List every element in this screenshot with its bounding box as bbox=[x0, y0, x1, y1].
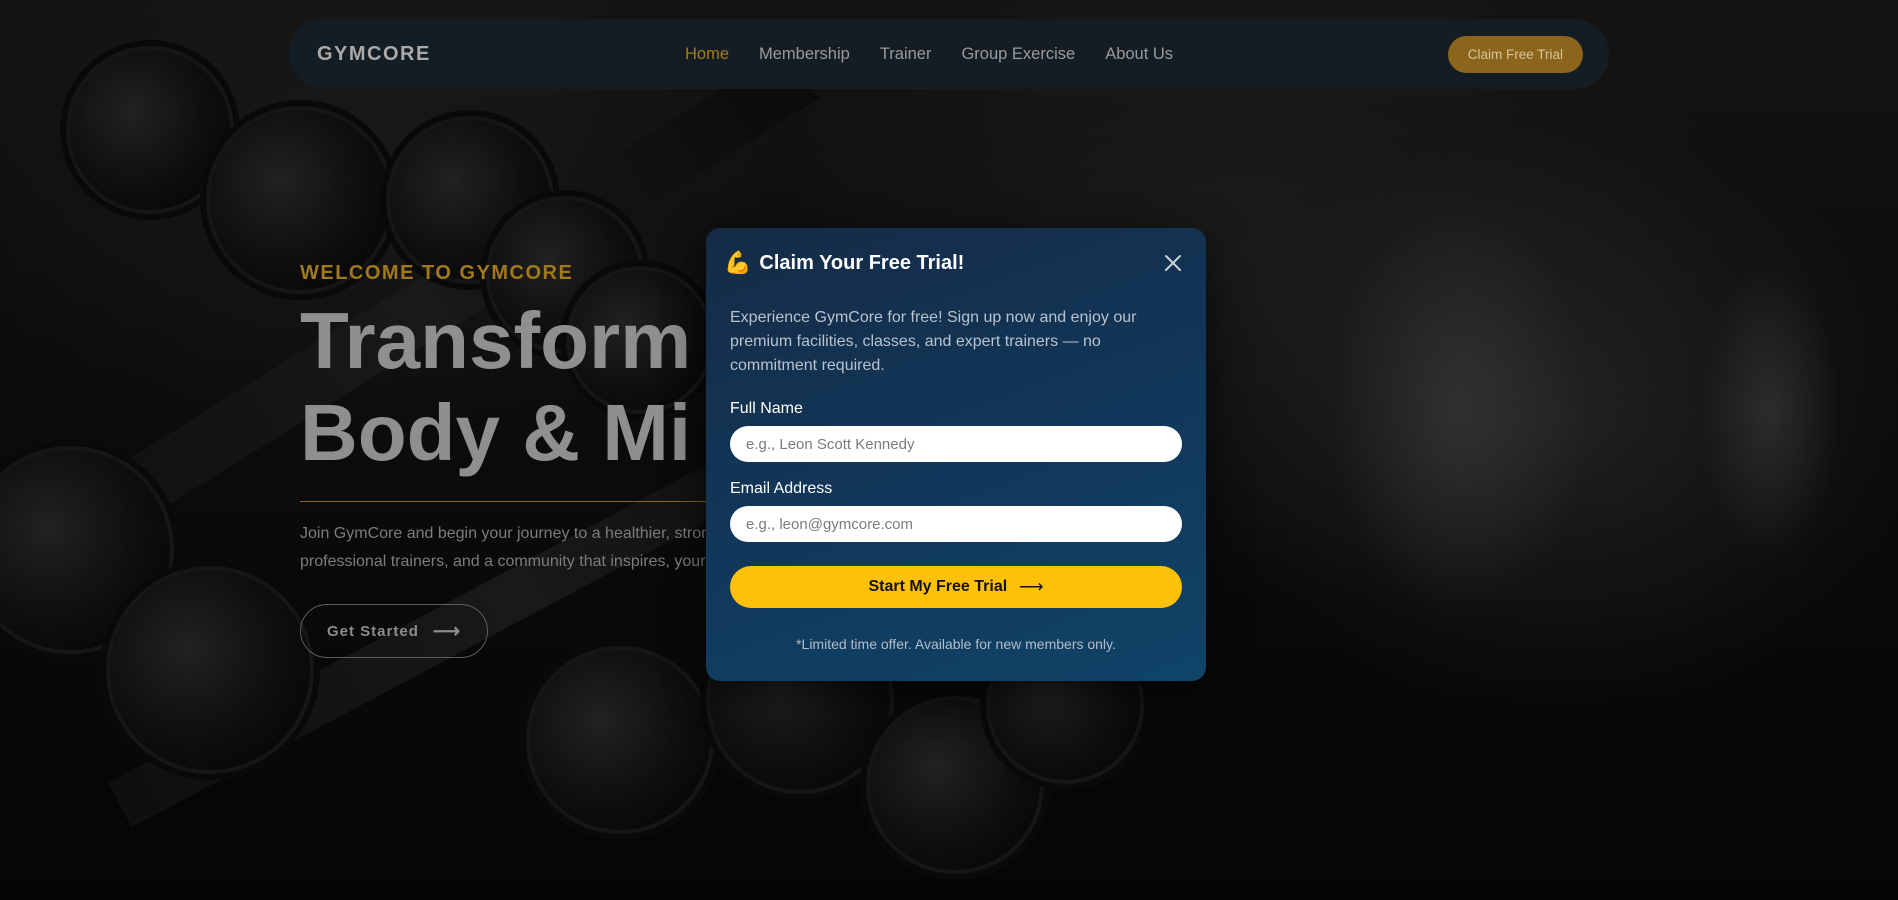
offer-note: *Limited time offer. Available for new m… bbox=[796, 636, 1116, 652]
full-name-label: Full Name bbox=[730, 400, 803, 417]
email-input[interactable] bbox=[730, 506, 1182, 542]
hero-title-line-2: Body & Mi bbox=[300, 388, 692, 477]
modal-description: Experience GymCore for free! Sign up now… bbox=[730, 309, 1137, 374]
hero-title-line-1: Transform Y bbox=[300, 296, 766, 385]
top-navbar: GYMCORE Home Membership Trainer Group Ex… bbox=[289, 19, 1609, 89]
hero-description-line-2: professional trainers, and a community t… bbox=[300, 553, 706, 570]
nav-link-home[interactable]: Home bbox=[685, 45, 729, 64]
modal-title: Claim Your Free Trial! bbox=[759, 251, 965, 274]
claim-free-trial-button[interactable]: Claim Free Trial bbox=[1447, 36, 1583, 73]
nav-link-trainer[interactable]: Trainer bbox=[880, 45, 932, 64]
nav-link-membership[interactable]: Membership bbox=[759, 45, 850, 64]
full-name-input[interactable] bbox=[730, 426, 1182, 462]
free-trial-modal: 💪 Claim Your Free Trial! Experience GymC… bbox=[706, 228, 1206, 681]
modal-header: 💪 Claim Your Free Trial! bbox=[724, 246, 1188, 280]
email-label: Email Address bbox=[730, 480, 833, 497]
nav-links: Home Membership Trainer Group Exercise A… bbox=[685, 19, 1173, 89]
arrow-right-icon: ⟶ bbox=[1019, 577, 1044, 596]
close-icon[interactable] bbox=[1162, 252, 1184, 274]
start-free-trial-label: Start My Free Trial bbox=[868, 578, 1008, 595]
modal-body: Experience GymCore for free! Sign up now… bbox=[730, 306, 1182, 652]
brand-logo[interactable]: GYMCORE bbox=[317, 43, 577, 66]
hero-divider bbox=[300, 501, 740, 502]
hero-description-line-1: Join GymCore and begin your journey to a… bbox=[300, 525, 719, 542]
start-free-trial-button[interactable]: Start My Free Trial ⟶ bbox=[730, 566, 1182, 608]
flexed-biceps-icon: 💪 bbox=[724, 250, 752, 275]
get-started-button[interactable]: Get Started ⟶ bbox=[300, 604, 489, 658]
nav-link-group-exercise[interactable]: Group Exercise bbox=[961, 45, 1075, 64]
nav-link-about-us[interactable]: About Us bbox=[1105, 45, 1173, 64]
get-started-label: Get Started bbox=[327, 622, 419, 640]
arrow-right-icon: ⟶ bbox=[432, 620, 462, 642]
